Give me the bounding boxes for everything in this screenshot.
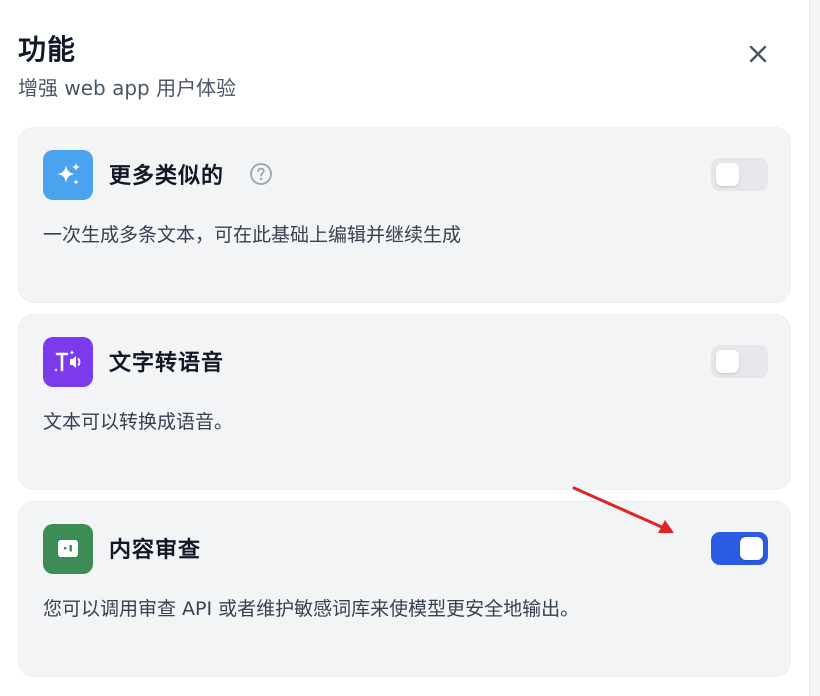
page-title: 功能 <box>18 33 77 66</box>
text-to-speech-icon <box>54 350 81 372</box>
feature-description: 一次生成多条文本，可在此基础上编辑并继续生成 <box>43 224 462 246</box>
feature-toggle-moderation[interactable] <box>711 532 768 565</box>
page-subtitle: 增强 web app 用户体验 <box>18 76 237 100</box>
feature-toggle-more-like-this[interactable] <box>711 158 768 191</box>
toggle-knob <box>716 163 739 186</box>
feature-title: 文字转语音 <box>109 351 225 376</box>
feature-title: 内容审查 <box>109 538 202 563</box>
feature-icon-box <box>43 150 93 200</box>
toggle-knob <box>740 537 763 560</box>
feature-card-more-like-this: 更多类似的 一次生成多条文本，可在此基础上编辑并继续生成 <box>18 127 791 303</box>
features-panel: 功能 增强 web app 用户体验 更多类似的 一次生成多条文本，可在此基础上… <box>0 0 810 696</box>
feature-description: 您可以调用审查 API 或者维护敏感词库来使模型更安全地输出。 <box>43 598 580 620</box>
close-button[interactable] <box>742 38 774 70</box>
feature-icon-box <box>43 337 93 387</box>
feature-toggle-text-to-speech[interactable] <box>711 345 768 378</box>
feature-icon-box <box>43 524 93 574</box>
moderation-icon <box>58 540 78 557</box>
feature-description: 文本可以转换成语音。 <box>43 411 234 433</box>
close-icon <box>749 45 767 63</box>
toggle-knob <box>716 350 739 373</box>
feature-card-text-to-speech: 文字转语音 文本可以转换成语音。 <box>18 314 791 490</box>
help-icon[interactable] <box>249 162 273 186</box>
feature-title: 更多类似的 <box>109 164 225 189</box>
sparkles-icon <box>57 163 80 185</box>
annotation-arrow-icon <box>572 486 674 533</box>
